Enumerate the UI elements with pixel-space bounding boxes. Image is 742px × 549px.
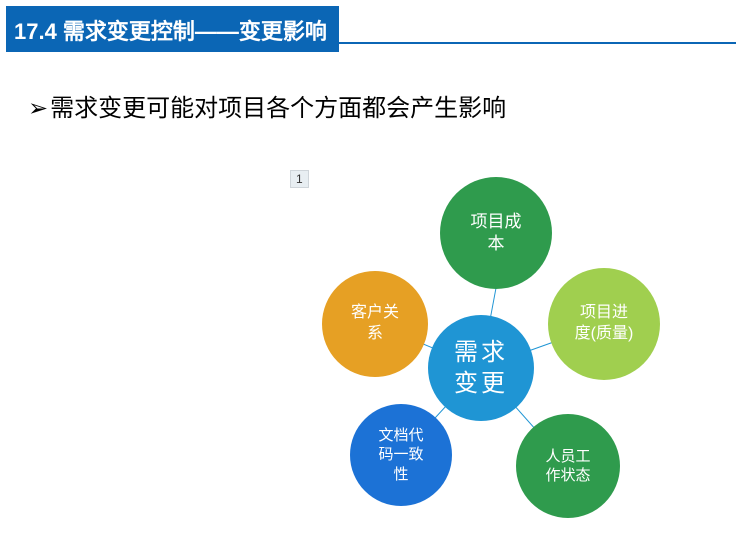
node-center-requirement-change: 需求变更 <box>428 315 534 421</box>
node-project-cost: 项目成本 <box>440 177 552 289</box>
page-number: 1 <box>290 170 309 188</box>
bullet-text: 需求变更可能对项目各个方面都会产生影响 <box>50 95 506 122</box>
connector-lines <box>0 0 742 549</box>
node-doc-code-consistency: 文档代码一致性 <box>350 404 452 506</box>
node-customer-relation: 客户关系 <box>322 271 428 377</box>
bullet-marker: ➢ <box>28 95 48 122</box>
node-staff-status: 人员工作状态 <box>516 414 620 518</box>
concept-diagram: 项目成本 客户关系 项目进度(质量) 文档代码一致性 人员工作状态 需求变更 <box>0 0 742 549</box>
node-project-progress: 项目进度(质量) <box>548 268 660 380</box>
bullet-line: ➢需求变更可能对项目各个方面都会产生影响 <box>28 88 506 123</box>
title-underline <box>6 42 736 44</box>
slide-title: 17.4 需求变更控制——变更影响 <box>6 6 339 52</box>
